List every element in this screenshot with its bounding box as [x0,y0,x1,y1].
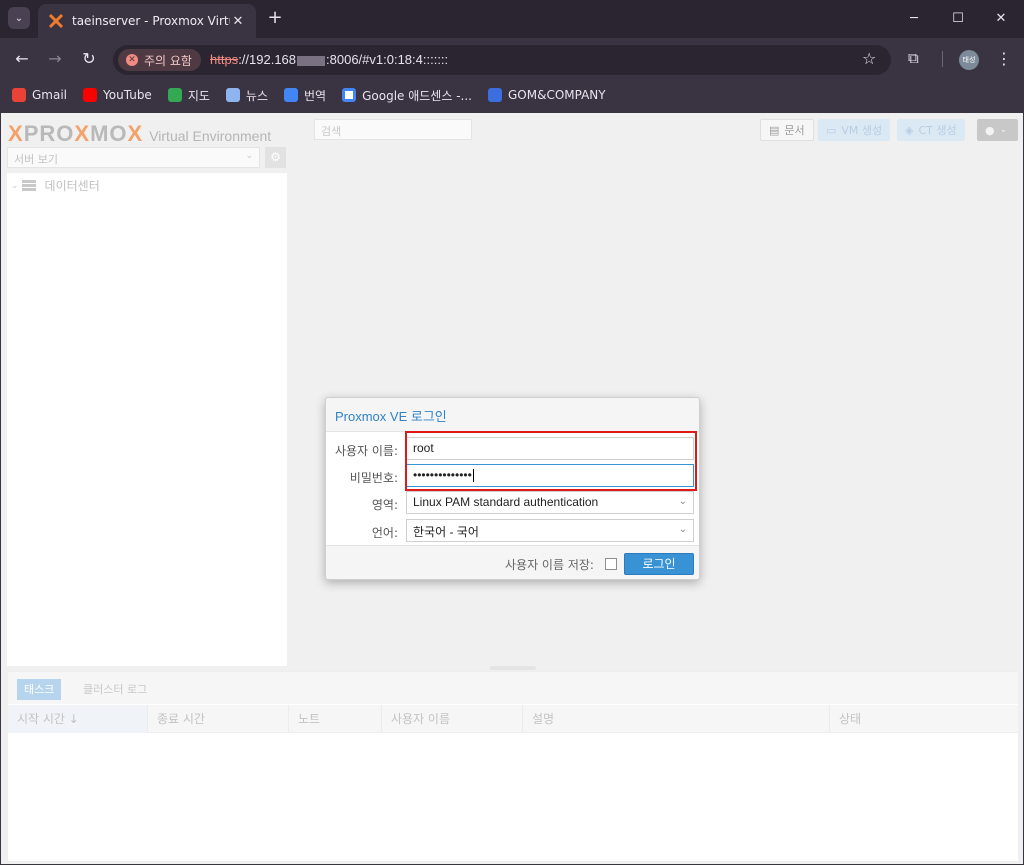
bookmark-label: GOM&COMPANY [507,88,606,102]
column-end-time[interactable]: 종료 시간 [148,705,289,733]
remember-username-label: 사용자 이름 저장: [505,558,594,572]
bookmark-adsense[interactable]: Google 애드센스 -... [342,87,472,104]
chevron-down-icon: ⌄ [245,151,253,161]
tab-close-icon[interactable]: ✕ [230,14,246,29]
server-icon [21,180,36,191]
extensions-icon[interactable]: ⧉ [908,49,919,67]
chevron-down-icon: ⌄ [678,496,687,507]
browser-menu-icon[interactable]: ⋮ [996,49,1012,68]
column-username[interactable]: 사용자 이름 [382,705,523,733]
security-chip-label: 주의 요함 [144,53,192,68]
bookmarks-bar: Gmail YouTube 지도 뉴스 번역 Google 애드센스 -... … [0,82,1024,108]
chevron-down-icon[interactable]: ⌄ [11,181,19,191]
translate-icon [284,88,298,102]
warning-icon: ✕ [126,54,138,66]
remember-username-checkbox[interactable] [605,558,617,570]
forward-icon[interactable]: → [45,49,65,69]
column-status[interactable]: 상태 [830,705,1018,733]
password-label: 비밀번호: [349,471,398,485]
log-tabs: 태스크 클러스터 로그 [8,672,1018,704]
user-icon: ● [985,123,995,137]
column-description[interactable]: 설명 [523,705,830,733]
maximize-button[interactable]: ☐ [946,8,970,30]
back-icon[interactable]: ← [12,49,32,69]
close-window-button[interactable]: ✕ [989,8,1013,30]
profile-avatar[interactable]: 태성 [959,50,979,70]
bookmark-gomcompany[interactable]: GOM&COMPANY [487,88,606,102]
bookmark-gmail[interactable]: Gmail [12,88,67,102]
gom-icon [487,88,502,102]
login-button[interactable]: 로그인 [624,553,694,575]
bookmark-label: 뉴스 [245,88,268,103]
user-menu-button[interactable]: ● ⌄ [977,119,1018,141]
new-tab-button[interactable]: + [264,8,286,30]
gear-icon[interactable]: ⚙ [265,147,286,168]
language-value: 한국어 - 국어 [413,525,479,539]
tree-node-datacenter[interactable]: ⌄ 데이터센터 [11,177,100,194]
news-icon [225,88,240,102]
minimize-button[interactable]: ─ [902,8,926,30]
language-label: 언어: [371,526,398,540]
maps-icon [167,88,182,102]
bookmark-star-icon[interactable]: ☆ [862,49,876,68]
google-icon [342,88,357,102]
realm-value: Linux PAM standard authentication [413,495,599,509]
bookmark-label: 번역 [304,88,327,103]
create-vm-button[interactable]: ▭ VM 생성 [818,119,891,141]
toolbar-divider [942,51,943,67]
realm-select[interactable]: Linux PAM standard authentication ⌄ [406,491,694,514]
bookmark-label: YouTube [103,88,152,102]
security-warning-chip[interactable]: ✕ 주의 요함 [118,49,201,71]
browser-chrome: ⌄ taeinserver - Proxmox Virtual E ✕ + ─ … [0,0,1024,113]
create-ct-button[interactable]: ◈ CT 생성 [897,119,965,141]
bookmark-youtube[interactable]: YouTube [83,88,152,102]
url-rest: :8006/#v1:0:18:4::::::: [326,52,449,67]
monitor-icon: ▭ [826,123,837,137]
global-search-input[interactable]: 검색 [314,119,472,140]
language-select[interactable]: 한국어 - 국어 ⌄ [406,519,694,542]
realm-label: 영역: [371,498,398,512]
column-node[interactable]: 노트 [289,705,382,733]
book-icon: ▤ [769,123,780,137]
url-text[interactable]: https://192.168 :8006/#v1:0:18:4::::::: [210,52,448,67]
dialog-title: Proxmox VE 로그인 [335,409,447,424]
logo-mark: XPROXMOX [8,121,144,146]
username-label: 사용자 이름: [334,444,398,458]
proxmox-favicon-icon [48,13,64,29]
bookmark-label: Gmail [32,88,68,102]
redacted-block [297,55,326,66]
annotation-highlight-box [405,431,697,491]
youtube-icon [83,88,98,102]
url-host: ://192.168 [238,52,297,67]
gmail-icon [12,88,26,102]
tree-node-label: 데이터센터 [44,179,100,193]
bookmark-maps[interactable]: 지도 [167,87,210,104]
tab-cluster-log[interactable]: 클러스터 로그 [76,679,154,700]
bookmark-translate[interactable]: 번역 [284,87,326,104]
bookmark-label: 지도 [187,88,210,103]
docs-button[interactable]: ▤ 문서 [760,119,814,141]
url-scheme: https [210,52,239,67]
task-grid-header: 시작 시간 ↓ 종료 시간 노트 사용자 이름 설명 상태 [8,705,1018,733]
proxmox-logo: XPROXMOX Virtual Environment [8,121,271,147]
bookmark-label: Google 애드센스 -... [362,88,472,103]
view-select[interactable]: 서버 보기 ⌄ [7,147,260,168]
panel-splitter[interactable] [490,666,536,670]
chevron-down-icon: ⌄ [999,125,1008,135]
reload-icon[interactable]: ↻ [79,49,99,69]
tab-search-button[interactable]: ⌄ [8,7,30,29]
bookmark-news[interactable]: 뉴스 [225,87,268,104]
view-select-value: 서버 보기 [14,153,58,166]
tab-title: taeinserver - Proxmox Virtual E [72,14,230,28]
chevron-down-icon: ⌄ [678,524,687,535]
browser-tab-proxmox[interactable]: taeinserver - Proxmox Virtual E ✕ [38,4,256,38]
logo-subtitle: Virtual Environment [149,127,272,144]
log-panel: 태스크 클러스터 로그 시작 시간 ↓ 종료 시간 노트 사용자 이름 설명 상… [7,671,1019,862]
resource-tree: ⌄ 데이터센터 [7,173,287,666]
column-start-time[interactable]: 시작 시간 ↓ [8,705,148,733]
tab-tasks[interactable]: 태스크 [17,679,62,700]
cube-icon: ◈ [905,123,914,137]
